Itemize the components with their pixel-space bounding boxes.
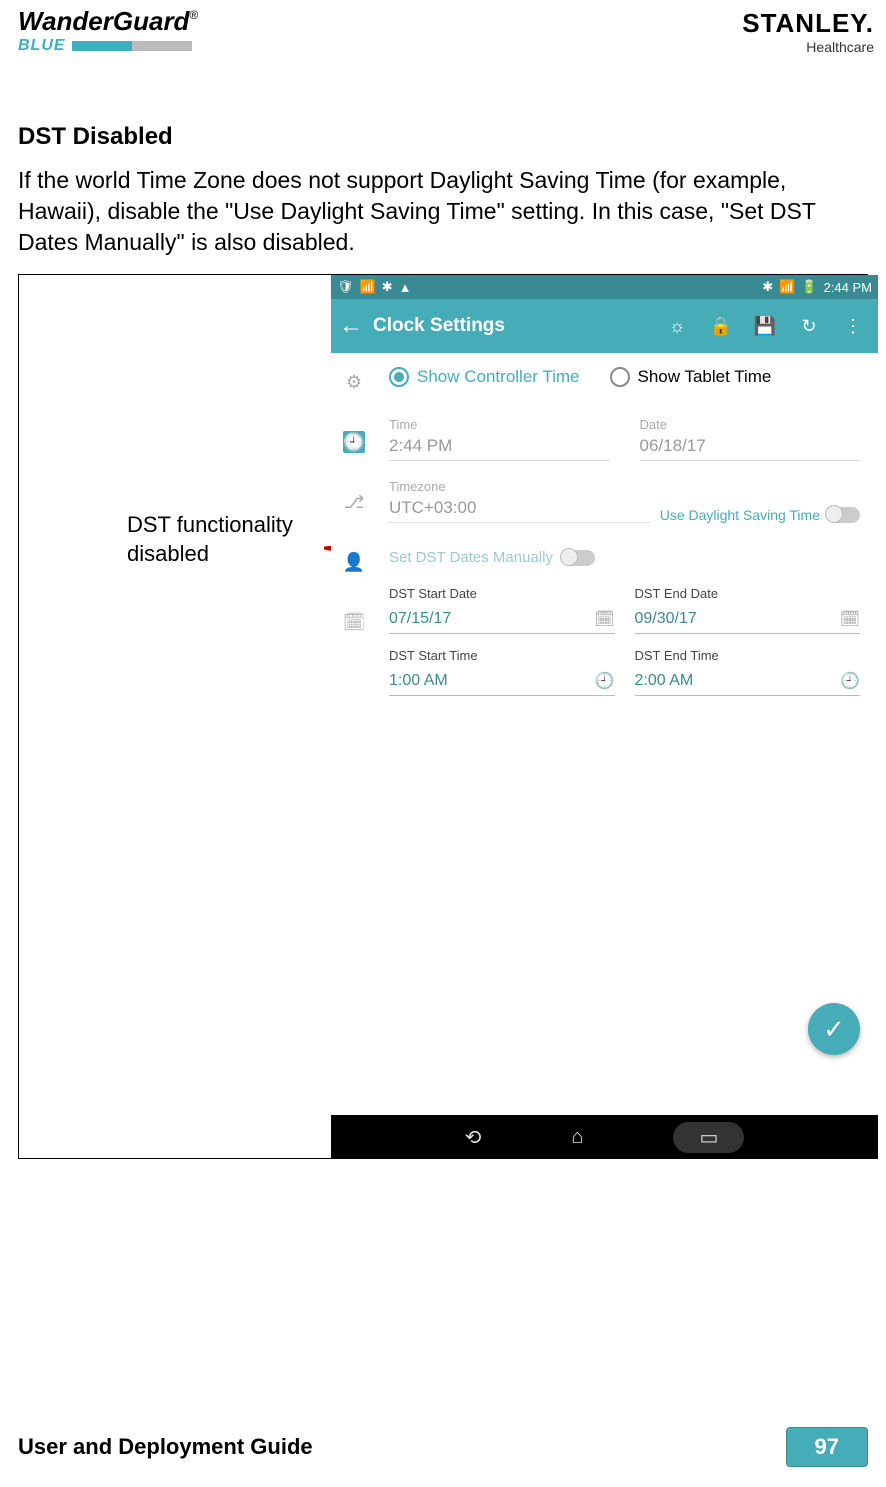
tz-value: UTC+03:00 [389,494,650,523]
radio-controller-time[interactable]: Show Controller Time [389,367,580,387]
calendar-icon[interactable]: 🗓 [343,611,365,633]
appbar-title: Clock Settings [373,315,650,337]
lock-icon[interactable]: 🔒 [704,316,738,337]
date-label: Date [640,417,861,432]
nav-recent-icon[interactable]: ▭ [673,1122,744,1153]
time-field[interactable]: Time 2:44 PM [389,417,610,461]
fab-confirm[interactable]: ✓ [808,1003,860,1055]
date-field[interactable]: Date 06/18/17 [640,417,861,461]
calendar-mini-icon: 🗓 [594,609,614,629]
dst-toggle-label: Use Daylight Saving Time [660,507,820,523]
figure-frame: DST functionality disabled 🛡 📶 ✱ ▲ [18,274,868,1159]
page-number: 97 [786,1427,868,1467]
callout-line2: disabled [127,540,293,569]
wanderguard-logo: WanderGuard® BLUE [18,8,198,55]
logo-bar [72,41,192,51]
date-value: 06/18/17 [640,432,861,461]
brand-main: STANLEY [742,8,866,38]
logo-text: WanderGuard [18,6,189,36]
tree-icon[interactable]: ⎇ [343,491,365,513]
clock-mini-icon: 🕘 [595,671,615,691]
signal-icon: 📶 [779,279,795,295]
app-bar: ← Clock Settings ☼ 🔒 💾 ↻ ⋮ [331,299,878,353]
dst-toggle-row[interactable]: Use Daylight Saving Time [660,507,860,523]
radio-controller-label: Show Controller Time [417,367,580,387]
nav-back-icon[interactable]: ⟲ [465,1125,482,1150]
dst-end-date-value: 09/30/17 [635,610,697,628]
side-icon-strip: ⚙ 🕘 ⎇ 👤 🗓 [331,353,377,1115]
dst-start-date-label: DST Start Date [389,586,615,601]
stanley-logo: STANLEY. Healthcare [742,8,874,55]
manual-dst-label: Set DST Dates Manually [389,549,553,566]
dst-start-time-field[interactable]: DST Start Time 1:00 AM 🕘 [389,648,615,696]
warning-icon: ▲ [399,280,412,295]
dst-end-time-label: DST End Time [635,648,861,663]
status-bar: 🛡 📶 ✱ ▲ ✱ 📶 🔋 2:44 PM [331,275,878,299]
back-icon[interactable]: ← [339,312,363,340]
timezone-field[interactable]: Timezone UTC+03:00 [389,479,650,523]
calendar-mini-icon2: 🗓 [840,609,860,629]
dst-start-date-value: 07/15/17 [389,610,451,628]
nav-home-icon[interactable]: ⌂ [571,1126,583,1149]
bluetooth-icon: ✱ [382,279,393,295]
refresh-icon[interactable]: ↻ [792,316,826,337]
page-footer: User and Deployment Guide 97 [0,1427,886,1467]
battery-icon: 🔋 [801,279,817,295]
user-icon[interactable]: 👤 [343,551,365,573]
dst-start-time-label: DST Start Time [389,648,615,663]
radio-tablet-label: Show Tablet Time [638,367,772,387]
dst-toggle[interactable] [826,507,860,523]
android-navbar: ⟲ ⌂ ▭ [331,1115,878,1159]
callout-label: DST functionality disabled [127,511,293,568]
dst-end-time-value: 2:00 AM [635,672,694,690]
dst-end-date-label: DST End Date [635,586,861,601]
clock-mini-icon2: 🕘 [840,671,860,691]
main-pane: Show Controller Time Show Tablet Time Ti… [377,353,878,1115]
page-header: WanderGuard® BLUE STANLEY. Healthcare [0,0,886,63]
wifi-icon: 📶 [360,279,376,295]
radio-tablet-time[interactable]: Show Tablet Time [610,367,772,387]
section-body: If the world Time Zone does not support … [18,165,868,258]
brand-dot: . [866,8,874,38]
status-time: 2:44 PM [824,280,872,295]
tz-label: Timezone [389,479,650,494]
callout-line1: DST functionality [127,511,293,540]
time-label: Time [389,417,610,432]
time-value: 2:44 PM [389,432,610,461]
clock-icon[interactable]: 🕘 [343,431,365,453]
registered-mark: ® [189,8,198,22]
logo-sub: BLUE [18,37,66,55]
manual-dst-toggle[interactable] [561,550,595,566]
bluetooth-icon2: ✱ [762,279,773,295]
shield-icon: 🛡 [337,279,354,295]
phone-screenshot: 🛡 📶 ✱ ▲ ✱ 📶 🔋 2:44 PM ← Clock Settings ☼… [331,275,878,1159]
gear-icon[interactable]: ⚙ [343,371,365,393]
check-icon: ✓ [823,1014,845,1045]
footer-title: User and Deployment Guide [18,1434,313,1460]
manual-dst-row[interactable]: Set DST Dates Manually [389,549,860,566]
dst-start-time-value: 1:00 AM [389,672,448,690]
menu-icon[interactable]: ⋮ [836,316,870,337]
section-heading: DST Disabled [18,123,868,151]
dst-end-date-field[interactable]: DST End Date 09/30/17 🗓 [635,586,861,634]
brand-sub: Healthcare [742,39,874,55]
brightness-icon[interactable]: ☼ [660,316,694,337]
dst-end-time-field[interactable]: DST End Time 2:00 AM 🕘 [635,648,861,696]
save-icon[interactable]: 💾 [748,316,782,337]
dst-start-date-field[interactable]: DST Start Date 07/15/17 🗓 [389,586,615,634]
